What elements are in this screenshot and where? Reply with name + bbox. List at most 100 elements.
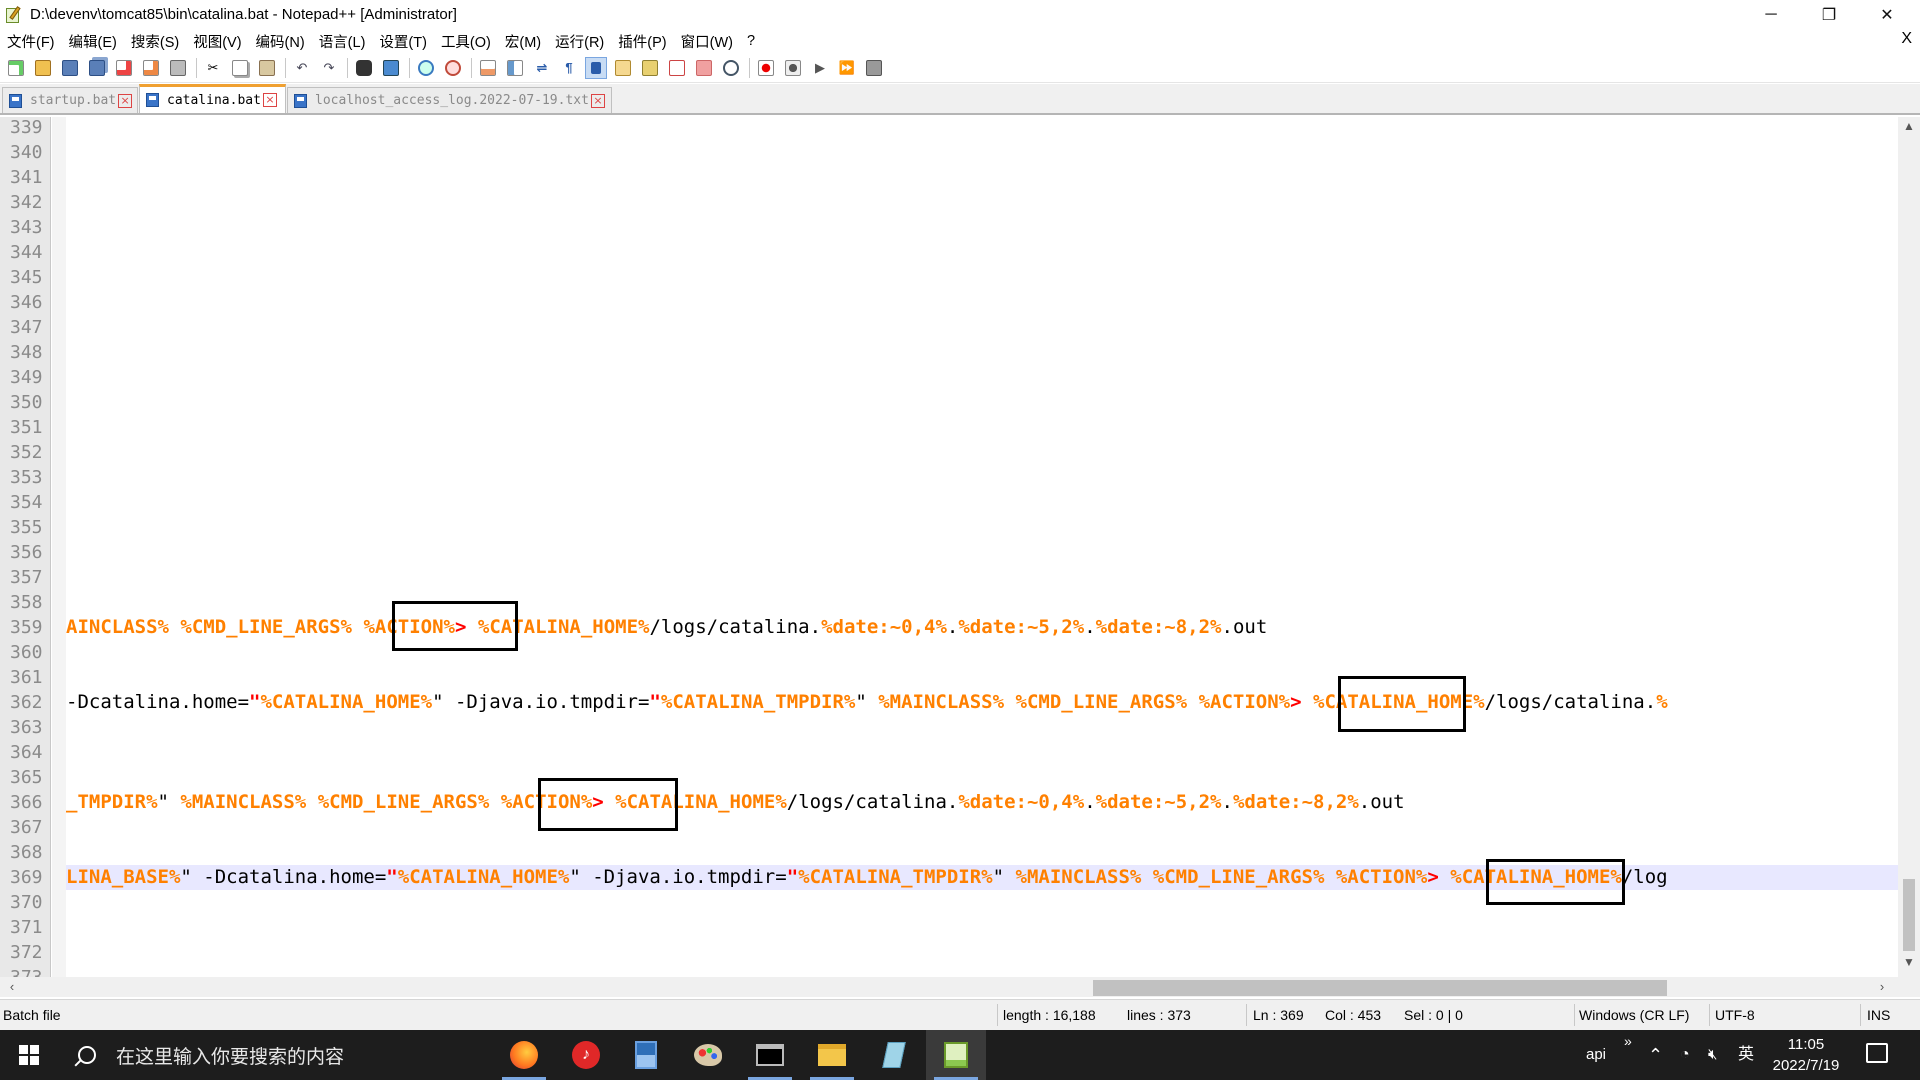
code-line-359[interactable]: AINCLASS% %CMD_LINE_ARGS% %ACTION%> %CAT… bbox=[66, 615, 1267, 640]
toolbar: ✂ ↶ ↷ ⇌ ¶ ▶ ⏩ bbox=[0, 53, 1920, 83]
taskbar-paint[interactable] bbox=[678, 1030, 738, 1080]
line-number: 357 bbox=[10, 567, 43, 588]
close-tab-icon[interactable]: × bbox=[118, 93, 133, 108]
taskbar-calculator[interactable] bbox=[616, 1030, 676, 1080]
menu-search[interactable]: 搜索(S) bbox=[124, 31, 186, 52]
horizontal-scroll-thumb[interactable] bbox=[1093, 980, 1667, 996]
taskbar-netease-music[interactable]: ♪ bbox=[556, 1030, 616, 1080]
menu-macro[interactable]: 宏(M) bbox=[498, 31, 548, 52]
word-wrap-icon[interactable]: ⇌ bbox=[531, 57, 553, 79]
sync-horizontal-icon[interactable] bbox=[504, 57, 526, 79]
taskbar-command-prompt[interactable] bbox=[740, 1030, 800, 1080]
tab-startup-bat[interactable]: startup.bat × bbox=[2, 87, 138, 113]
tray-overflow-chevron-icon[interactable]: » bbox=[1624, 1016, 1632, 1066]
status-lines: lines : 373 bbox=[1127, 1007, 1191, 1023]
copy-icon[interactable] bbox=[229, 57, 251, 79]
tray-label-api[interactable]: api bbox=[1586, 1030, 1606, 1080]
save-all-icon[interactable] bbox=[86, 57, 108, 79]
menu-edit[interactable]: 编辑(E) bbox=[62, 31, 124, 52]
notification-center-icon[interactable] bbox=[1866, 1043, 1888, 1063]
save-macro-icon[interactable] bbox=[863, 57, 885, 79]
cut-icon[interactable]: ✂ bbox=[202, 57, 224, 79]
menu-plugins[interactable]: 插件(P) bbox=[611, 31, 673, 52]
close-document-button[interactable]: X bbox=[1901, 30, 1912, 48]
indent-guide-icon[interactable] bbox=[585, 56, 607, 79]
monitoring-icon[interactable] bbox=[720, 57, 742, 79]
terminal-icon bbox=[756, 1044, 784, 1066]
close-tab-icon[interactable]: × bbox=[262, 93, 277, 107]
variable-token: %ACTION% bbox=[1335, 866, 1428, 888]
network-icon[interactable]: ◔ bbox=[1680, 1030, 1690, 1080]
tab-label: localhost_access_log.2022-07-19.txt bbox=[315, 93, 589, 108]
status-file-type: Batch file bbox=[3, 1007, 61, 1023]
status-eol: Windows (CR LF) bbox=[1579, 1007, 1690, 1023]
document-map-icon[interactable] bbox=[639, 57, 661, 79]
taskbar-notepadpp[interactable] bbox=[926, 1030, 986, 1080]
notepadpp-app-icon bbox=[4, 5, 24, 25]
volume-muted-icon[interactable]: 🔇︎ bbox=[1708, 1030, 1717, 1080]
minimize-button[interactable]: ─ bbox=[1742, 0, 1800, 29]
function-list-icon[interactable] bbox=[666, 57, 688, 79]
line-number: 373 bbox=[0, 965, 48, 977]
taskbar-search-box[interactable]: 在这里输入你要搜索的内容 bbox=[58, 1030, 490, 1080]
paint-palette-icon bbox=[694, 1044, 722, 1066]
zoom-in-icon[interactable] bbox=[415, 57, 437, 79]
show-hidden-icons-icon[interactable]: ⌃ bbox=[1648, 1030, 1663, 1080]
taskbar-file-explorer[interactable] bbox=[802, 1030, 862, 1080]
menu-file[interactable]: 文件(F) bbox=[0, 31, 62, 52]
playback-macro-icon[interactable]: ▶ bbox=[809, 57, 831, 79]
vertical-scroll-thumb[interactable] bbox=[1903, 879, 1915, 951]
new-file-icon[interactable] bbox=[5, 57, 27, 79]
menu-window[interactable]: 窗口(W) bbox=[674, 31, 740, 52]
calculator-icon bbox=[635, 1041, 657, 1069]
menu-help[interactable]: ? bbox=[740, 33, 762, 49]
scroll-left-arrow-icon[interactable]: ‹ bbox=[2, 977, 22, 997]
close-button[interactable]: ✕ bbox=[1858, 0, 1916, 29]
menu-encoding[interactable]: 编码(N) bbox=[249, 31, 312, 52]
status-insert-mode: INS bbox=[1867, 1007, 1891, 1023]
undo-icon[interactable]: ↶ bbox=[291, 57, 313, 79]
show-all-characters-icon[interactable]: ¶ bbox=[558, 57, 580, 79]
stop-recording-icon[interactable] bbox=[782, 57, 804, 79]
menu-tools[interactable]: 工具(O) bbox=[434, 31, 498, 52]
editor-area[interactable]: 339 340 341 342 343 344 345 346 347 348 349 350 351 3… bbox=[0, 117, 1898, 977]
menu-language[interactable]: 语言(L) bbox=[312, 31, 373, 52]
variable-token: %date:~8,2% bbox=[1095, 616, 1222, 638]
replace-icon[interactable] bbox=[380, 57, 402, 79]
paste-icon[interactable] bbox=[256, 57, 278, 79]
code-line-366[interactable]: _TMPDIR%" %MAINCLASS% %CMD_LINE_ARGS% %A… bbox=[66, 790, 1405, 815]
clock[interactable]: 11:05 2022/7/19 bbox=[1760, 1034, 1852, 1076]
close-tab-icon[interactable]: × bbox=[590, 93, 605, 108]
menu-settings[interactable]: 设置(T) bbox=[372, 31, 434, 52]
zoom-out-icon[interactable] bbox=[442, 57, 464, 79]
maximize-button[interactable]: ❐ bbox=[1800, 0, 1858, 29]
variable-token: %MAINCLASS% bbox=[1015, 866, 1142, 888]
action-highlight-box bbox=[1486, 859, 1625, 905]
folder-workspace-icon[interactable] bbox=[693, 57, 715, 79]
scroll-up-arrow-icon[interactable]: ▲ bbox=[1898, 119, 1920, 139]
menu-run[interactable]: 运行(R) bbox=[548, 31, 611, 52]
ime-indicator[interactable]: 英 bbox=[1738, 1030, 1754, 1080]
tab-catalina-bat[interactable]: catalina.bat × bbox=[139, 84, 286, 113]
redo-icon[interactable]: ↷ bbox=[318, 57, 340, 79]
print-icon[interactable] bbox=[167, 57, 189, 79]
open-file-icon[interactable] bbox=[32, 57, 54, 79]
menu-view[interactable]: 视图(V) bbox=[186, 31, 248, 52]
scroll-right-arrow-icon[interactable]: › bbox=[1872, 977, 1892, 997]
close-file-icon[interactable] bbox=[113, 57, 135, 79]
sync-vertical-icon[interactable] bbox=[477, 57, 499, 79]
start-button[interactable] bbox=[0, 1030, 58, 1080]
windows-logo-icon bbox=[19, 1045, 39, 1065]
user-language-icon[interactable] bbox=[612, 57, 634, 79]
find-icon[interactable] bbox=[353, 57, 375, 79]
scroll-down-arrow-icon[interactable]: ▼ bbox=[1898, 955, 1920, 975]
tab-localhost-access-log[interactable]: localhost_access_log.2022-07-19.txt × bbox=[287, 87, 612, 113]
taskbar-firefox[interactable] bbox=[494, 1030, 554, 1080]
save-icon[interactable] bbox=[59, 57, 81, 79]
vertical-scrollbar[interactable]: ▲ ▼ bbox=[1898, 117, 1920, 977]
taskbar-notepad[interactable] bbox=[864, 1030, 924, 1080]
run-macro-multiple-icon[interactable]: ⏩ bbox=[836, 57, 858, 79]
horizontal-scrollbar[interactable]: ‹ › bbox=[0, 977, 1898, 997]
record-macro-icon[interactable] bbox=[755, 57, 777, 79]
close-all-icon[interactable] bbox=[140, 57, 162, 79]
